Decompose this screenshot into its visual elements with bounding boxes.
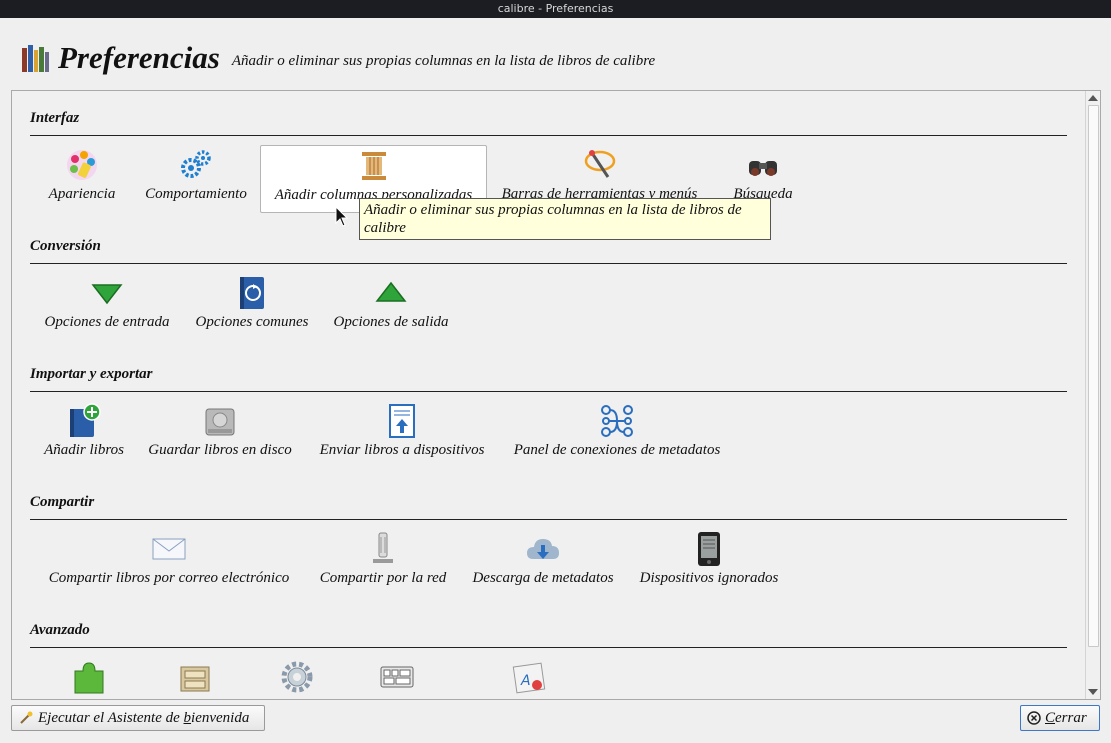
binoculars-icon: [749, 161, 777, 176]
pref-advanced-cabinet[interactable]: [170, 659, 220, 699]
book-convert-icon: [240, 277, 264, 309]
section-title-advanced: Avanzado: [30, 622, 90, 638]
page-header: Preferencias Añadir o eliminar sus propi…: [20, 38, 655, 78]
pref-label: Opciones de salida: [333, 314, 449, 330]
svg-text:A: A: [520, 673, 531, 689]
pref-send-to-device[interactable]: Enviar libros a dispositivos: [312, 403, 492, 469]
pref-plugins[interactable]: [64, 659, 114, 699]
pref-template-functions[interactable]: A: [504, 659, 554, 699]
section-title-sharing: Compartir: [30, 494, 95, 510]
cabinet-icon: [180, 666, 210, 692]
scroll-down-icon[interactable]: [1088, 689, 1098, 695]
pref-label: Panel de conexiones de metadatos: [513, 442, 721, 458]
section-divider: [30, 519, 1067, 520]
pref-behavior[interactable]: Comportamiento: [140, 147, 252, 213]
hard-disk-icon: [205, 408, 235, 436]
wizard-wand-icon: [20, 711, 33, 724]
pref-tweaks[interactable]: [272, 659, 322, 699]
toolbar-wand-icon: [584, 150, 615, 178]
section-divider: [30, 135, 1067, 136]
section-divider: [30, 263, 1067, 264]
pref-label: Opciones comunes: [195, 314, 309, 330]
pref-label: Dispositivos ignorados: [639, 570, 779, 586]
pref-label: Enviar libros a dispositivos: [319, 442, 485, 458]
wizard-button-label: Ejecutar el Asistente de bienvenida: [38, 709, 250, 726]
pref-shortcuts[interactable]: [372, 659, 422, 699]
add-book-icon: [70, 403, 101, 437]
pref-label: Opciones de entrada: [44, 314, 170, 330]
ereader-icon: [698, 532, 720, 566]
section-divider: [30, 391, 1067, 392]
close-button-label: Cerrar: [1045, 709, 1087, 726]
pref-appearance[interactable]: Apariencia: [38, 147, 126, 213]
tooltip: Añadir o eliminar sus propias columnas e…: [359, 198, 771, 240]
network-server-icon: [373, 532, 393, 563]
mouse-cursor-icon: [335, 206, 349, 227]
pref-metadata-plugboards[interactable]: Panel de conexiones de metadatos: [506, 403, 728, 469]
arrow-down-icon: [91, 284, 123, 305]
pref-label: Compartir por la red: [319, 570, 447, 586]
pref-add-books[interactable]: Añadir libros: [38, 403, 130, 469]
window-titlebar: calibre - Preferencias: [0, 0, 1111, 18]
section-divider: [30, 647, 1067, 648]
pref-label: Comportamiento: [145, 186, 247, 202]
arrow-up-icon: [375, 281, 407, 302]
calibre-library-icon: [22, 45, 49, 72]
pref-label: Descarga de metadatos: [472, 570, 614, 586]
scroll-up-icon[interactable]: [1088, 95, 1098, 101]
pref-email-sharing[interactable]: Compartir libros por correo electrónico: [38, 531, 300, 597]
pref-input-options[interactable]: Opciones de entrada: [38, 275, 176, 341]
keyboard-icon: [380, 666, 414, 688]
pref-save-to-disk[interactable]: Guardar libros en disco: [142, 403, 298, 469]
pref-label: Guardar libros en disco: [148, 442, 292, 458]
welcome-wizard-button[interactable]: Ejecutar el Asistente de bienvenida: [11, 705, 265, 731]
palette-icon: [67, 150, 97, 180]
section-title-import-export: Importar y exportar: [30, 366, 153, 382]
plugboard-icon: [601, 405, 633, 437]
pref-output-options[interactable]: Opciones de salida: [328, 275, 454, 341]
section-title-conversion: Conversión: [30, 238, 101, 254]
scrollbar-thumb[interactable]: [1088, 105, 1099, 647]
pref-label: Compartir libros por correo electrónico: [48, 570, 290, 586]
pref-label: Apariencia: [48, 186, 116, 202]
column-icon: [361, 152, 386, 180]
gears-icon: [181, 150, 211, 178]
plugin-puzzle-icon: [74, 662, 104, 694]
page-title: Preferencias: [58, 40, 220, 75]
pref-label: Añadir libros: [44, 442, 124, 458]
pref-network-sharing[interactable]: Compartir por la red: [312, 531, 454, 597]
window-title: calibre - Preferencias: [497, 2, 614, 15]
preferences-panel: Interfaz Apariencia Comportamiento Añadi…: [11, 90, 1101, 700]
template-icon: A: [512, 662, 546, 694]
pref-common-options[interactable]: Opciones comunes: [190, 275, 314, 341]
close-button[interactable]: Cerrar: [1020, 705, 1100, 731]
gear-icon: [281, 661, 313, 693]
pref-metadata-download[interactable]: Descarga de metadatos: [466, 531, 620, 597]
vertical-scrollbar[interactable]: [1085, 91, 1100, 699]
pref-ignored-devices[interactable]: Dispositivos ignorados: [634, 531, 784, 597]
section-title-interfaz: Interfaz: [30, 110, 80, 126]
cloud-download-icon: [527, 539, 559, 559]
page-subtitle: Añadir o eliminar sus propias columnas e…: [231, 52, 656, 69]
send-document-icon: [389, 404, 415, 438]
envelope-icon: [152, 538, 186, 560]
close-icon: [1027, 711, 1041, 725]
